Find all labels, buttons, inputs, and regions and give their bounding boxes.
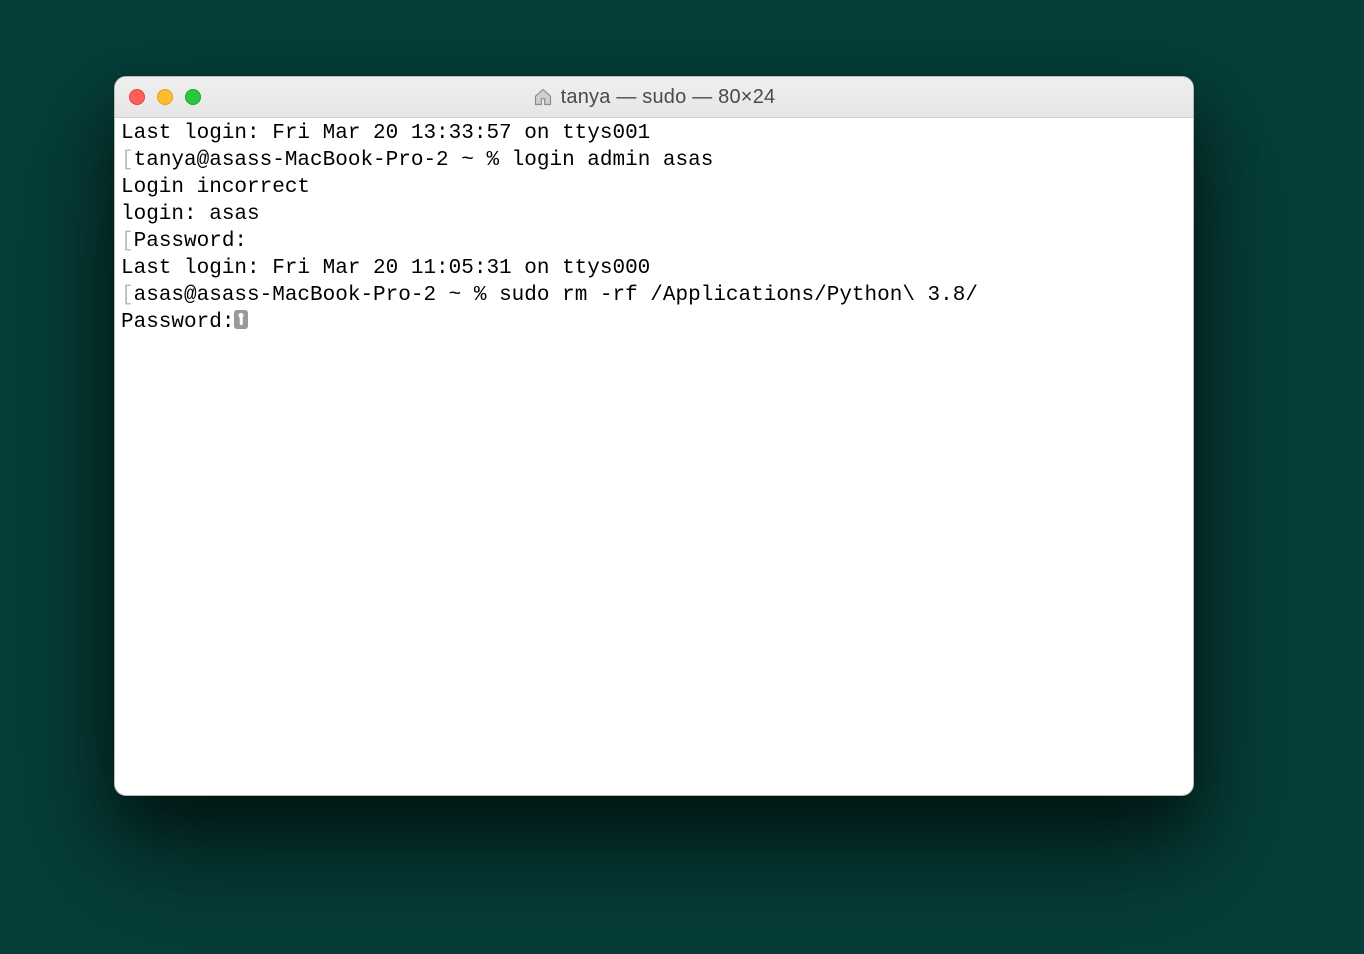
- zoom-button[interactable]: [185, 89, 201, 105]
- minimize-button[interactable]: [157, 89, 173, 105]
- line-last-login-1: Last login: Fri Mar 20 13:33:57 on ttys0…: [121, 122, 650, 145]
- bracket-open: [: [121, 149, 134, 172]
- window-title: tanya — sudo — 80×24: [561, 86, 776, 109]
- line-login-asas: login: asas: [121, 203, 260, 226]
- cmd-sudo-rm: sudo rm -rf /Applications/Python\ 3.8/: [499, 284, 978, 307]
- close-button[interactable]: [129, 89, 145, 105]
- traffic-lights: [129, 89, 201, 105]
- key-icon: [234, 310, 248, 329]
- line-password-1: Password:: [134, 230, 247, 253]
- line-password-2: Password:: [121, 311, 234, 334]
- window-titlebar[interactable]: tanya — sudo — 80×24: [115, 77, 1193, 118]
- home-icon: [533, 87, 553, 107]
- terminal-output[interactable]: Last login: Fri Mar 20 13:33:57 on ttys0…: [115, 118, 1193, 338]
- cmd-login: login admin asas: [512, 149, 714, 172]
- prompt-asas: asas@asass-MacBook-Pro-2 ~ %: [134, 284, 499, 307]
- terminal-window: tanya — sudo — 80×24 Last login: Fri Mar…: [114, 76, 1194, 796]
- bracket-open: [: [121, 230, 134, 253]
- line-last-login-2: Last login: Fri Mar 20 11:05:31 on ttys0…: [121, 257, 650, 280]
- line-login-incorrect: Login incorrect: [121, 176, 310, 199]
- title-wrap: tanya — sudo — 80×24: [115, 86, 1193, 109]
- bracket-open: [: [121, 284, 134, 307]
- prompt-tanya: tanya@asass-MacBook-Pro-2 ~ %: [134, 149, 512, 172]
